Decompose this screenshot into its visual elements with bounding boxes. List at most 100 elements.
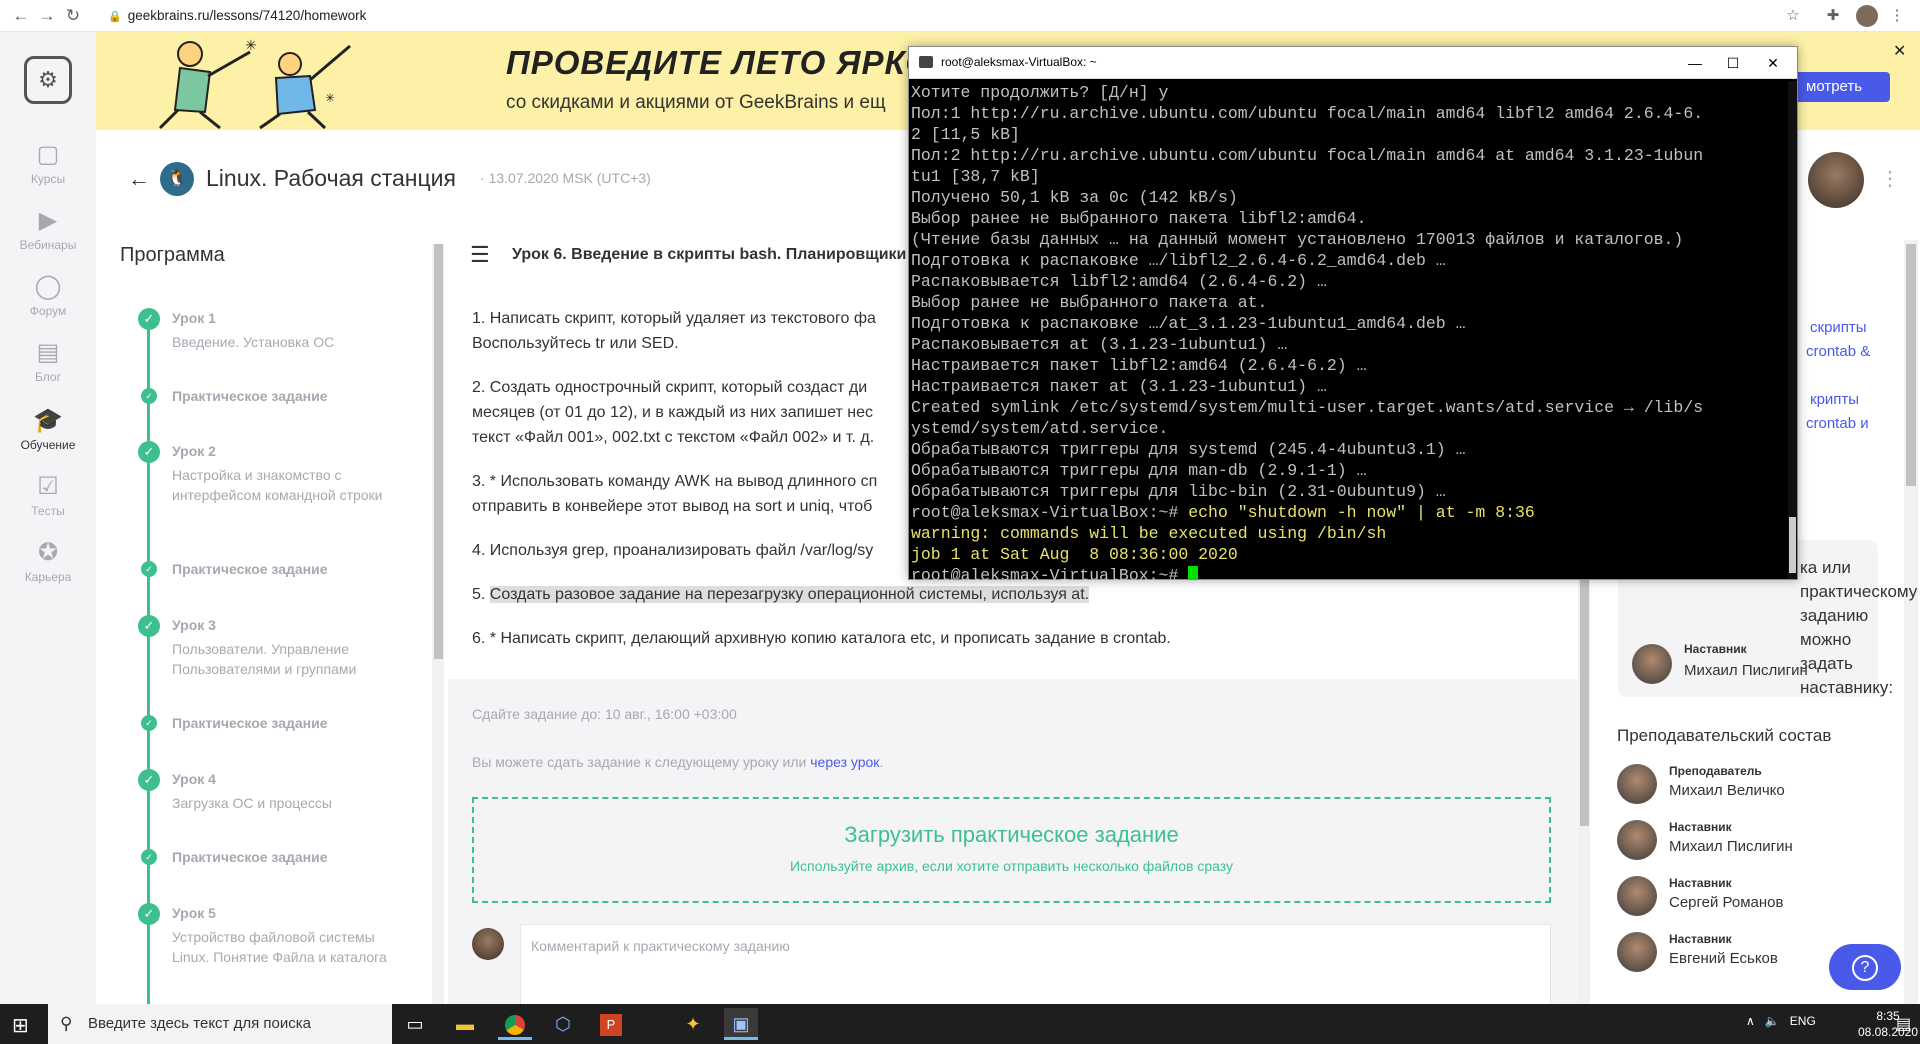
volume-icon[interactable]: 🔈 <box>1765 1014 1780 1028</box>
nav-item[interactable]: ◯ Форум <box>0 272 96 318</box>
tests-icon: ☑ <box>37 473 59 500</box>
extensions-icon[interactable]: ✚ <box>1822 5 1844 27</box>
notifications-icon[interactable]: ▤ <box>1896 1014 1911 1034</box>
staff-name: Михаил Пислигин <box>1669 838 1793 855</box>
linux-penguin-icon: 🐧 <box>160 162 194 196</box>
more-icon[interactable]: ⋮ <box>1880 166 1900 191</box>
related-link[interactable]: крипты <box>1806 388 1870 412</box>
career-icon: ✪ <box>37 539 59 566</box>
staff-member[interactable]: Преподаватель Михаил Величко <box>1617 762 1877 806</box>
practice-item[interactable]: Практическое задание <box>172 849 328 865</box>
sidebar-scrollbar-thumb[interactable] <box>1906 244 1916 486</box>
terminal-line-text: Хотите продолжить? [Д/н] y <box>911 83 1169 102</box>
nav-item[interactable]: ▢ Курсы <box>0 140 96 186</box>
terminal-titlebar[interactable]: root@aleksmax-VirtualBox: ~ — ☐ ✕ <box>909 47 1797 79</box>
maximize-icon[interactable]: ☐ <box>1713 51 1753 75</box>
terminal-line: Обрабатываются триггеры для man-db (2.9.… <box>911 460 1787 481</box>
practice-item[interactable]: Практическое задание <box>172 388 328 404</box>
staff-member[interactable]: Наставник Сергей Романов <box>1617 874 1877 918</box>
nav-item[interactable]: ▶ Вебинары <box>0 206 96 252</box>
comment-input[interactable]: Комментарий к практическому заданию <box>520 924 1551 1008</box>
close-icon[interactable]: ✕ <box>1893 41 1906 61</box>
nav-item-label: Тесты <box>31 504 65 518</box>
terminal-line: 2 [11,5 kB] <box>911 124 1787 145</box>
terminal-taskbar-icon[interactable]: ▣ <box>724 1008 758 1040</box>
terminal-line-text: Настраивается пакет at (3.1.23-1ubuntu1)… <box>911 377 1327 396</box>
terminal-line: tu1 [38,7 kB] <box>911 166 1787 187</box>
staff-role: Преподаватель <box>1669 764 1762 778</box>
terminal-line: Подготовка к распаковке …/libfl2_2.6.4-6… <box>911 250 1787 271</box>
terminal-line-text: root@aleksmax-VirtualBox:~# <box>911 503 1189 522</box>
lock-icon: 🔒 <box>108 11 122 23</box>
terminal-window[interactable]: root@aleksmax-VirtualBox: ~ — ☐ ✕ Хотите… <box>908 46 1798 580</box>
address-bar[interactable]: 🔒 geekbrains.ru/lessons/74120/homework <box>108 5 366 27</box>
task-view-icon[interactable]: ▭ <box>398 1008 432 1040</box>
lesson-title[interactable]: Урок 2 <box>172 443 216 459</box>
upload-dropzone[interactable]: Загрузить практическое задание Используй… <box>472 797 1551 903</box>
back-icon[interactable]: ← <box>10 5 32 27</box>
related-link[interactable]: crontab & <box>1806 340 1870 364</box>
close-icon[interactable]: ✕ <box>1753 51 1793 75</box>
forum-icon: ◯ <box>34 273 62 300</box>
program-scrollbar-thumb[interactable] <box>434 244 443 659</box>
banner-button[interactable]: мотреть <box>1790 72 1890 102</box>
chevron-up-icon[interactable]: ∧ <box>1746 1014 1755 1028</box>
lesson-title[interactable]: Урок 1 <box>172 310 216 326</box>
file-explorer-icon[interactable]: ▬ <box>448 1008 482 1040</box>
chrome-icon[interactable] <box>498 1008 532 1040</box>
lesson-description[interactable]: Настройка и знакомство с интерфейсом ком… <box>172 465 397 505</box>
forward-icon[interactable]: → <box>36 5 58 27</box>
language-indicator[interactable]: ENG <box>1790 1014 1816 1028</box>
avatar <box>1632 644 1672 684</box>
related-link[interactable]: скрипты <box>1806 316 1870 340</box>
menu-collapse-icon[interactable]: ☰ <box>470 242 490 268</box>
staff-member[interactable]: Наставник Михаил Пислигин <box>1617 818 1877 862</box>
lesson-description[interactable]: Введение. Установка ОС <box>172 332 397 352</box>
terminal-line-text: (Чтение базы данных … на данный момент у… <box>911 230 1684 249</box>
terminal-line: Обрабатываются триггеры для systemd (245… <box>911 439 1787 460</box>
practice-item[interactable]: Практическое задание <box>172 561 328 577</box>
terminal-scrollbar-thumb[interactable] <box>1789 517 1796 573</box>
terminal-output[interactable]: Хотите продолжить? [Д/н] y Пол:1 http://r… <box>911 82 1787 580</box>
nav-item[interactable]: ▤ Блог <box>0 338 96 384</box>
terminal-line-text: Настраивается пакет libfl2:amd64 (2.6.4-… <box>911 356 1367 375</box>
related-link[interactable]: crontab и <box>1806 412 1870 436</box>
user-avatar[interactable] <box>1808 152 1864 208</box>
lesson-description[interactable]: Пользователи. Управление Пользователями … <box>172 639 397 679</box>
windows-start-icon[interactable]: ⊞ <box>12 1013 29 1038</box>
lesson-title[interactable]: Урок 4 <box>172 771 216 787</box>
profile-avatar[interactable] <box>1856 5 1878 27</box>
nav-item[interactable]: 🎓 Обучение <box>0 406 96 452</box>
terminal-scrollbar[interactable] <box>1788 81 1797 579</box>
app-icon[interactable]: ✦ <box>676 1008 710 1040</box>
back-arrow-icon[interactable]: ← <box>128 166 150 192</box>
nav-item[interactable]: ☑ Тесты <box>0 472 96 518</box>
practice-item[interactable]: Практическое задание <box>172 715 328 731</box>
geekbrains-logo[interactable]: ⚙ <box>24 56 72 104</box>
terminal-line-text: warning: commands will be executed using… <box>911 524 1387 543</box>
courses-icon: ▢ <box>36 141 60 168</box>
bookmark-star-icon[interactable]: ☆ <box>1782 5 1804 27</box>
staff-role: Наставник <box>1669 820 1732 834</box>
through-lesson-link[interactable]: через урок <box>810 754 879 770</box>
terminal-line-text: Пол:1 http://ru.archive.ubuntu.com/ubunt… <box>911 104 1704 123</box>
lesson-title[interactable]: Урок 5 <box>172 905 216 921</box>
lesson-description[interactable]: Загрузка ОС и процессы <box>172 793 397 813</box>
reload-icon[interactable]: ↻ <box>62 5 84 27</box>
lesson-title[interactable]: Урок 3 <box>172 617 216 633</box>
check-icon: ✓ <box>138 903 160 925</box>
terminal-line-text: Подготовка к распаковке …/libfl2_2.6.4-6… <box>911 251 1446 270</box>
submit-hint: Вы можете сдать задание к следующему уро… <box>472 754 884 770</box>
taskbar-search-input[interactable]: Введите здесь текст для поиска <box>48 1004 392 1044</box>
menu-kebab-icon[interactable]: ⋮ <box>1886 5 1908 27</box>
lesson-description[interactable]: Устройство файловой системы Linux. Понят… <box>172 927 397 967</box>
terminal-line: (Чтение базы данных … на данный момент у… <box>911 229 1787 250</box>
check-icon: ✓ <box>138 769 160 791</box>
powerpoint-icon[interactable]: P <box>594 1008 628 1040</box>
nav-item[interactable]: ✪ Карьера <box>0 538 96 584</box>
terminal-line: Пол:2 http://ru.archive.ubuntu.com/ubunt… <box>911 145 1787 166</box>
help-button[interactable]: ? <box>1829 944 1901 990</box>
virtualbox-icon[interactable]: ⬡ <box>546 1008 580 1040</box>
minimize-icon[interactable]: — <box>1675 51 1715 75</box>
mentor-card[interactable]: Наставник Михаил Пислигин <box>1632 642 1872 686</box>
